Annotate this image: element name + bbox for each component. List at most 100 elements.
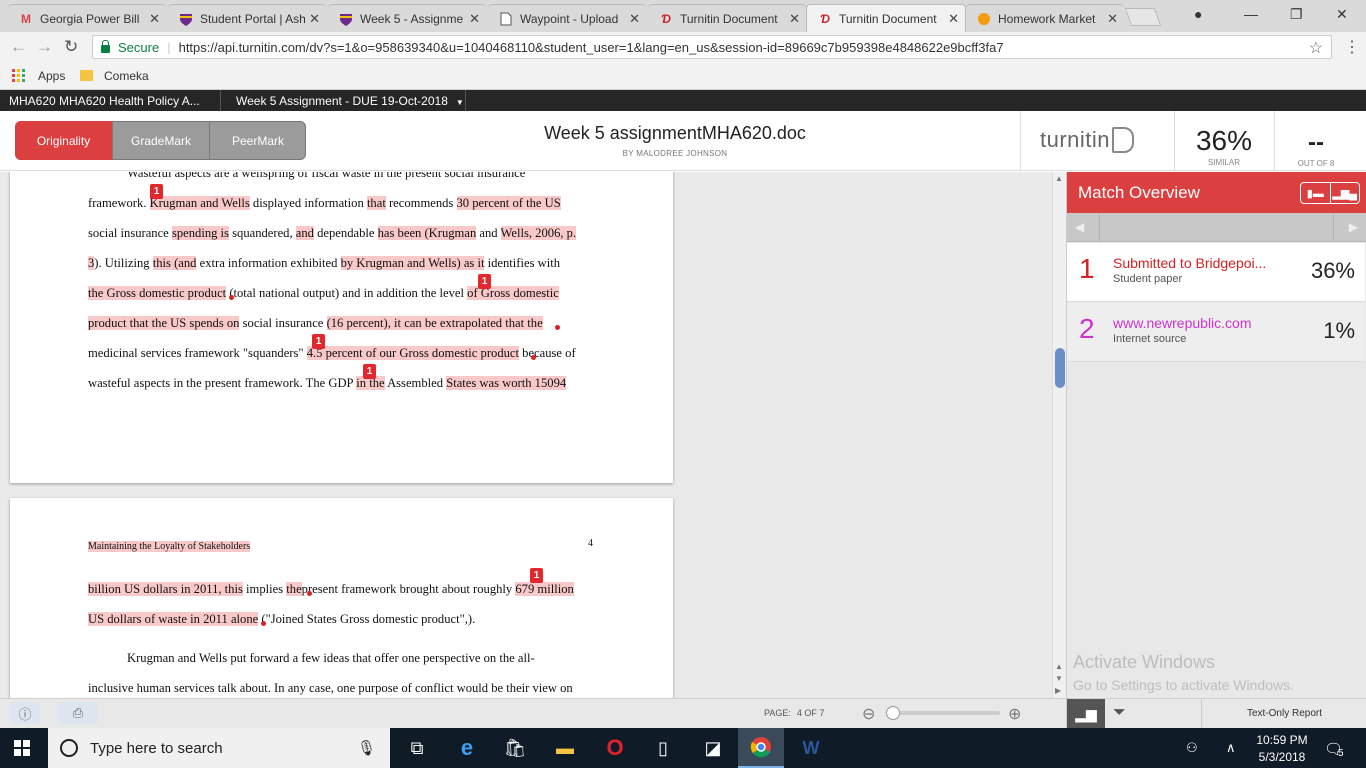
match-highlight[interactable]: Wells, 2006, p. — [500, 226, 577, 240]
mode-peermark[interactable]: PeerMark — [209, 121, 306, 160]
close-tab-icon[interactable]: ✕ — [629, 11, 640, 27]
close-tab-icon[interactable]: ✕ — [149, 11, 160, 27]
print-icon[interactable]: ⎙ — [58, 702, 98, 724]
people-icon[interactable]: ⚇ — [1186, 740, 1198, 756]
store-icon[interactable]: 🛍 — [492, 728, 538, 768]
close-tab-icon[interactable]: ✕ — [309, 11, 320, 27]
maximize-icon[interactable]: ❐ — [1290, 6, 1303, 23]
match-source[interactable]: www.newrepublic.com — [1113, 315, 1273, 331]
match-highlight[interactable]: 30 percent of the US — [456, 196, 561, 210]
url-text[interactable]: https://api.turnitin.com/dv?s=1&o=958639… — [179, 40, 1004, 55]
info-icon[interactable]: ⓘ — [10, 702, 40, 724]
word-icon[interactable]: W — [788, 728, 834, 768]
match-marker[interactable]: 1 — [363, 364, 376, 379]
browser-tab-turnitin-active[interactable]: Ɗ Turnitin Document ✕ — [806, 4, 966, 32]
browser-tab-turnitin-1[interactable]: Ɗ Turnitin Document ✕ — [648, 4, 806, 32]
close-tab-icon[interactable]: ✕ — [948, 11, 959, 27]
match-highlight[interactable]: and — [295, 226, 314, 240]
zoom-slider-knob[interactable] — [886, 706, 900, 720]
running-header[interactable]: Maintaining the Loyalty of Stakeholders — [88, 541, 251, 552]
profile-icon[interactable]: ● — [1194, 6, 1202, 22]
match-highlight[interactable]: by Krugman and Wells) as it — [340, 256, 485, 270]
zoom-out-icon[interactable]: ⊖ — [862, 704, 875, 724]
browser-tab-student-portal[interactable]: Student Portal | Ash ✕ — [168, 4, 326, 32]
opera-icon[interactable]: O — [592, 728, 638, 768]
match-highlight[interactable]: 679 million — [515, 582, 574, 596]
assignment-breadcrumb[interactable]: Week 5 Assignment - DUE 19-Oct-2018 ▼ — [236, 94, 464, 108]
match-marker[interactable]: 1 — [478, 274, 491, 289]
match-highlight[interactable]: spending is — [171, 226, 229, 240]
match-overview-tool-icon[interactable]: ▂▆ — [1067, 699, 1105, 729]
match-marker[interactable]: 1 — [150, 184, 163, 199]
sticky-notes-icon[interactable]: ◪ — [690, 728, 736, 768]
match-highlight[interactable]: this (and — [152, 256, 197, 270]
match-highlight[interactable]: States was worth 15094 — [446, 376, 567, 390]
apps-bookmark[interactable]: Apps — [38, 69, 65, 83]
match-highlight[interactable]: 4.5 percent of our Gross domestic produc… — [306, 346, 520, 360]
mode-grademark[interactable]: GradeMark — [112, 121, 209, 160]
taskbar-search[interactable]: Type here to search 🎙 — [48, 728, 390, 768]
scroll-up-icon[interactable]: ▲ — [1055, 662, 1063, 671]
chrome-icon[interactable] — [738, 728, 784, 768]
view-toggle[interactable]: ▮▬ ▂▆▄ — [1300, 182, 1360, 204]
browser-tab-week5[interactable]: Week 5 - Assignme ✕ — [328, 4, 486, 32]
scroll-right-icon[interactable]: ▶ — [1055, 686, 1061, 695]
class-breadcrumb[interactable]: MHA620 MHA620 Health Policy A... — [9, 94, 200, 108]
match-highlight[interactable]: the Gross domestic product — [88, 286, 227, 300]
list-view-icon[interactable]: ▮▬ — [1301, 183, 1330, 203]
previous-match-icon[interactable]: ◀ — [1075, 220, 1084, 234]
browser-tab-homework-market[interactable]: Homework Market ✕ — [966, 4, 1124, 32]
match-highlight[interactable]: that — [366, 196, 386, 210]
microphone-icon[interactable]: 🎙 — [357, 739, 376, 757]
scroll-down-icon[interactable]: ▼ — [1055, 674, 1063, 683]
edge-icon[interactable]: e — [444, 728, 490, 768]
close-window-icon[interactable]: ✕ — [1336, 6, 1348, 23]
reload-icon[interactable]: ↻ — [64, 37, 78, 57]
document-scrollbar[interactable]: ▲ ▲ ▼ ▶ — [1052, 172, 1066, 698]
match-highlight[interactable]: US dollars of waste in 2011 alone — [88, 612, 259, 626]
scroll-up-icon[interactable]: ▲ — [1055, 174, 1063, 183]
bookmark-star-icon[interactable]: ☆ — [1309, 38, 1323, 58]
browser-tab-georgia-power[interactable]: M Georgia Power Bill ✕ — [8, 4, 166, 32]
match-item[interactable]: 2 www.newrepublic.com Internet source 1% — [1067, 303, 1365, 362]
filter-icon[interactable]: ⏷ — [1113, 704, 1126, 722]
text-only-report-button[interactable]: Text-Only Report — [1201, 699, 1366, 729]
browser-tab-waypoint[interactable]: Waypoint - Upload ✕ — [488, 4, 646, 32]
close-tab-icon[interactable]: ✕ — [469, 11, 480, 27]
match-highlight[interactable]: (16 percent), it can be extrapolated tha… — [326, 316, 543, 330]
zoom-slider[interactable] — [886, 706, 1000, 720]
match-highlight[interactable]: Krugman and Wells — [149, 196, 250, 210]
match-highlight[interactable]: the — [286, 582, 302, 596]
system-clock[interactable]: 10:59 PM 5/3/2018 — [1252, 732, 1312, 766]
tray-chevron-icon[interactable]: ∧ — [1226, 740, 1236, 756]
match-highlight[interactable]: product that the US spends on — [88, 316, 240, 330]
scrollbar-thumb[interactable] — [1055, 348, 1065, 388]
notepad-icon[interactable]: ▯ — [640, 728, 686, 768]
close-tab-icon[interactable]: ✕ — [789, 11, 800, 27]
mode-originality[interactable]: Originality — [15, 121, 112, 160]
browser-menu-icon[interactable]: ⋮ — [1344, 37, 1360, 57]
zoom-in-icon[interactable]: ⊕ — [1008, 704, 1021, 724]
match-highlight[interactable]: billion US dollars in 2011, this — [88, 582, 243, 596]
document-viewer[interactable]: Wasteful aspects are a wellspring of fis… — [0, 172, 1052, 698]
windows-start-icon[interactable] — [14, 740, 30, 756]
match-item[interactable]: 1 Submitted to Bridgepoi... Student pape… — [1067, 243, 1365, 302]
grade-score[interactable]: -- — [1280, 129, 1352, 157]
next-match-icon[interactable]: ▶ — [1349, 220, 1358, 234]
match-source[interactable]: Submitted to Bridgepoi... — [1113, 255, 1273, 271]
comeka-bookmark[interactable]: Comeka — [104, 69, 149, 83]
apps-grid-icon[interactable] — [12, 69, 25, 82]
match-marker[interactable]: 1 — [312, 334, 325, 349]
address-bar[interactable]: Secure | https://api.turnitin.com/dv?s=1… — [92, 35, 1332, 59]
match-marker[interactable]: 1 — [530, 568, 543, 583]
forward-icon[interactable]: → — [36, 37, 53, 57]
minimize-icon[interactable]: — — [1244, 6, 1258, 22]
match-highlight[interactable]: has been (Krugman — [377, 226, 477, 240]
file-explorer-icon[interactable]: ▬ — [542, 728, 588, 768]
new-tab-button[interactable] — [1124, 8, 1162, 26]
close-tab-icon[interactable]: ✕ — [1107, 11, 1118, 27]
back-icon[interactable]: ← — [10, 37, 27, 57]
similarity-score[interactable]: 36% — [1178, 125, 1270, 157]
task-view-icon[interactable]: ⧉ — [394, 728, 440, 768]
bar-chart-icon[interactable]: ▂▆▄ — [1329, 183, 1360, 203]
